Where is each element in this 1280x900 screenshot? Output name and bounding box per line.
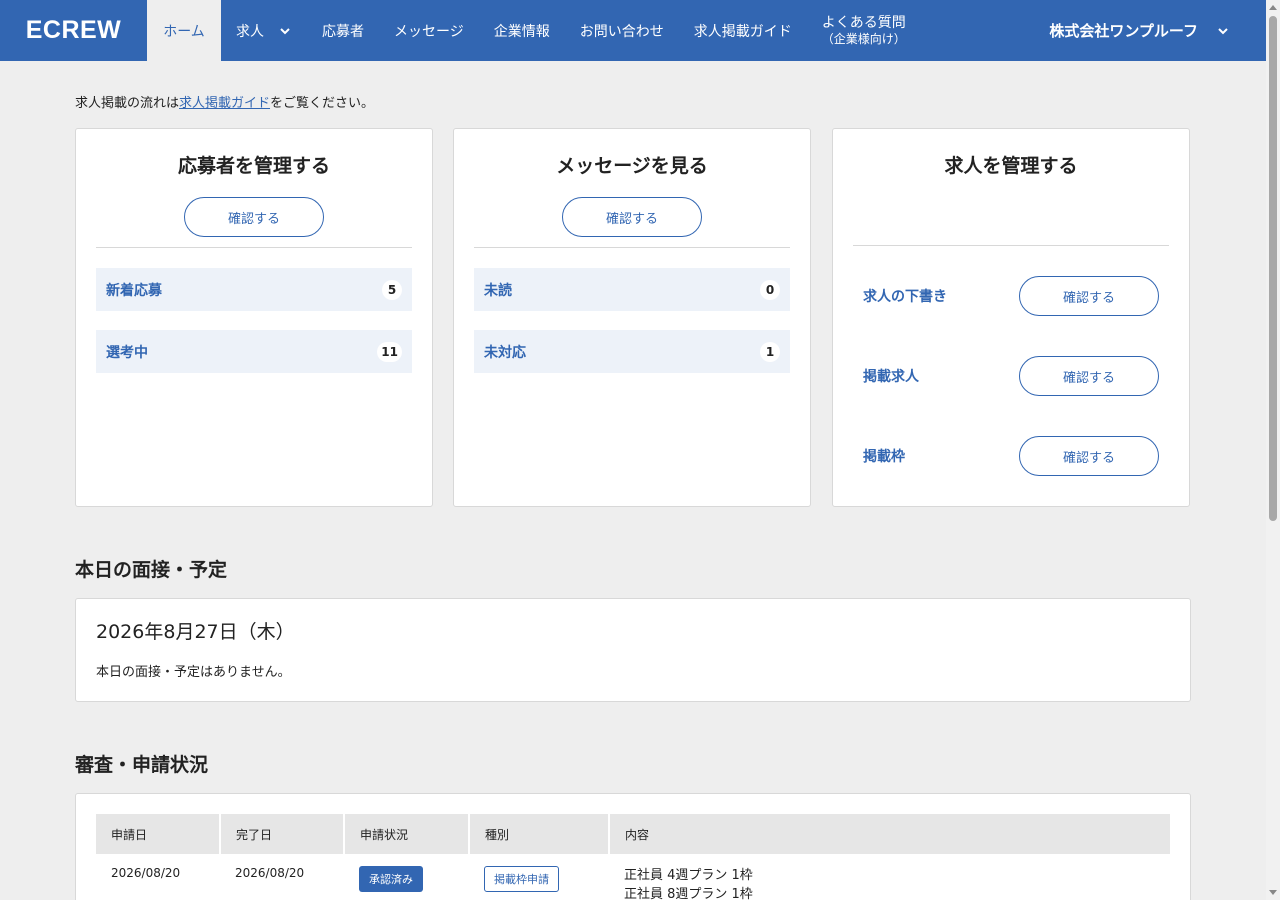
intro-text: 求人掲載の流れは求人掲載ガイドをご覧ください。 bbox=[75, 96, 375, 111]
review-table: 申請日 完了日 申請状況 種別 内容 2026/08/20 2026/08/20… bbox=[96, 814, 1170, 900]
main-nav: ホーム 求人 応募者 メッセージ 企業情報 お問い合わせ 求人掲載ガイド よくあ… bbox=[147, 0, 921, 61]
chevron-down-icon bbox=[1218, 27, 1228, 34]
column-header: 申請状況 bbox=[344, 814, 470, 854]
column-header: 種別 bbox=[469, 814, 610, 854]
job-row-drafts: 求人の下書き 確認する bbox=[863, 276, 1159, 316]
jobs-card: 求人を管理する 求人の下書き 確認する 掲載求人 確認する 掲載枠 確認する bbox=[832, 128, 1190, 507]
schedule-panel: 2026年8月27日（木） 本日の面接・予定はありません。 bbox=[75, 598, 1191, 702]
column-header: 申請日 bbox=[96, 814, 221, 854]
count-badge: 0 bbox=[760, 279, 780, 300]
nav-faq[interactable]: よくある質問 （企業様向け） bbox=[807, 0, 921, 61]
stat-row-unhandled[interactable]: 未対応 1 bbox=[474, 330, 790, 373]
chevron-down-icon bbox=[280, 27, 290, 34]
messages-confirm-button[interactable]: 確認する bbox=[562, 197, 702, 237]
scroll-up-arrow-icon[interactable] bbox=[1266, 0, 1280, 14]
top-nav-bar: ECREW ホーム 求人 応募者 メッセージ 企業情報 お問い合わせ 求人掲載ガ… bbox=[0, 0, 1266, 61]
nav-jobs[interactable]: 求人 bbox=[221, 0, 307, 61]
card-title: 応募者を管理する bbox=[177, 155, 330, 177]
scroll-thumb[interactable] bbox=[1269, 16, 1277, 521]
table-row: 2026/08/20 2026/08/20 承認済み 掲載枠申請 正社員 4週プ… bbox=[96, 854, 1170, 900]
scrollbar[interactable] bbox=[1266, 0, 1280, 900]
published-confirm-button[interactable]: 確認する bbox=[1019, 356, 1159, 396]
type-badge: 掲載枠申請 bbox=[484, 866, 559, 892]
card-title: 求人を管理する bbox=[944, 155, 1078, 177]
nav-home[interactable]: ホーム bbox=[147, 0, 221, 61]
scroll-down-arrow-icon[interactable] bbox=[1266, 886, 1280, 900]
drafts-confirm-button[interactable]: 確認する bbox=[1019, 276, 1159, 316]
slots-confirm-button[interactable]: 確認する bbox=[1019, 436, 1159, 476]
nav-contact[interactable]: お問い合わせ bbox=[565, 0, 679, 61]
nav-company-info[interactable]: 企業情報 bbox=[479, 0, 565, 61]
stat-row-in-selection[interactable]: 選考中 11 bbox=[96, 330, 412, 373]
nav-posting-guide[interactable]: 求人掲載ガイド bbox=[679, 0, 807, 61]
schedule-date: 2026年8月27日（木） bbox=[96, 621, 295, 643]
job-row-slots: 掲載枠 確認する bbox=[863, 436, 1159, 476]
logo[interactable]: ECREW bbox=[0, 0, 147, 61]
review-section-title: 審査・申請状況 bbox=[75, 754, 209, 776]
job-row-published: 掲載求人 確認する bbox=[863, 356, 1159, 396]
stat-row-new-applications[interactable]: 新着応募 5 bbox=[96, 268, 412, 311]
review-panel: 申請日 完了日 申請状況 種別 内容 2026/08/20 2026/08/20… bbox=[75, 793, 1191, 900]
applicants-confirm-button[interactable]: 確認する bbox=[184, 197, 324, 237]
divider bbox=[96, 247, 412, 248]
schedule-section-title: 本日の面接・予定 bbox=[75, 559, 228, 581]
schedule-empty-message: 本日の面接・予定はありません。 bbox=[96, 665, 291, 680]
table-header-row: 申請日 完了日 申請状況 種別 内容 bbox=[96, 814, 1170, 854]
column-header: 内容 bbox=[609, 814, 1170, 854]
applied-date: 2026/08/20 bbox=[111, 866, 181, 880]
company-menu[interactable]: 株式会社ワンプルーフ bbox=[1049, 0, 1266, 61]
completed-date: 2026/08/20 bbox=[235, 866, 305, 880]
nav-messages[interactable]: メッセージ bbox=[379, 0, 479, 61]
count-badge: 5 bbox=[382, 279, 402, 300]
count-badge: 1 bbox=[760, 341, 780, 362]
stat-row-unread[interactable]: 未読 0 bbox=[474, 268, 790, 311]
column-header: 完了日 bbox=[220, 814, 345, 854]
company-name: 株式会社ワンプルーフ bbox=[1049, 22, 1198, 40]
applicants-card: 応募者を管理する 確認する 新着応募 5 選考中 11 bbox=[75, 128, 433, 507]
messages-card: メッセージを見る 確認する 未読 0 未対応 1 bbox=[453, 128, 811, 507]
nav-applicants[interactable]: 応募者 bbox=[307, 0, 379, 61]
status-badge: 承認済み bbox=[359, 866, 423, 892]
posting-guide-link[interactable]: 求人掲載ガイド bbox=[179, 96, 270, 111]
card-title: メッセージを見る bbox=[556, 155, 708, 177]
divider bbox=[853, 245, 1169, 246]
content-cell: 正社員 4週プラン 1枠 正社員 8週プラン 1枠 bbox=[624, 868, 753, 900]
count-badge: 11 bbox=[377, 341, 402, 362]
divider bbox=[474, 247, 790, 248]
